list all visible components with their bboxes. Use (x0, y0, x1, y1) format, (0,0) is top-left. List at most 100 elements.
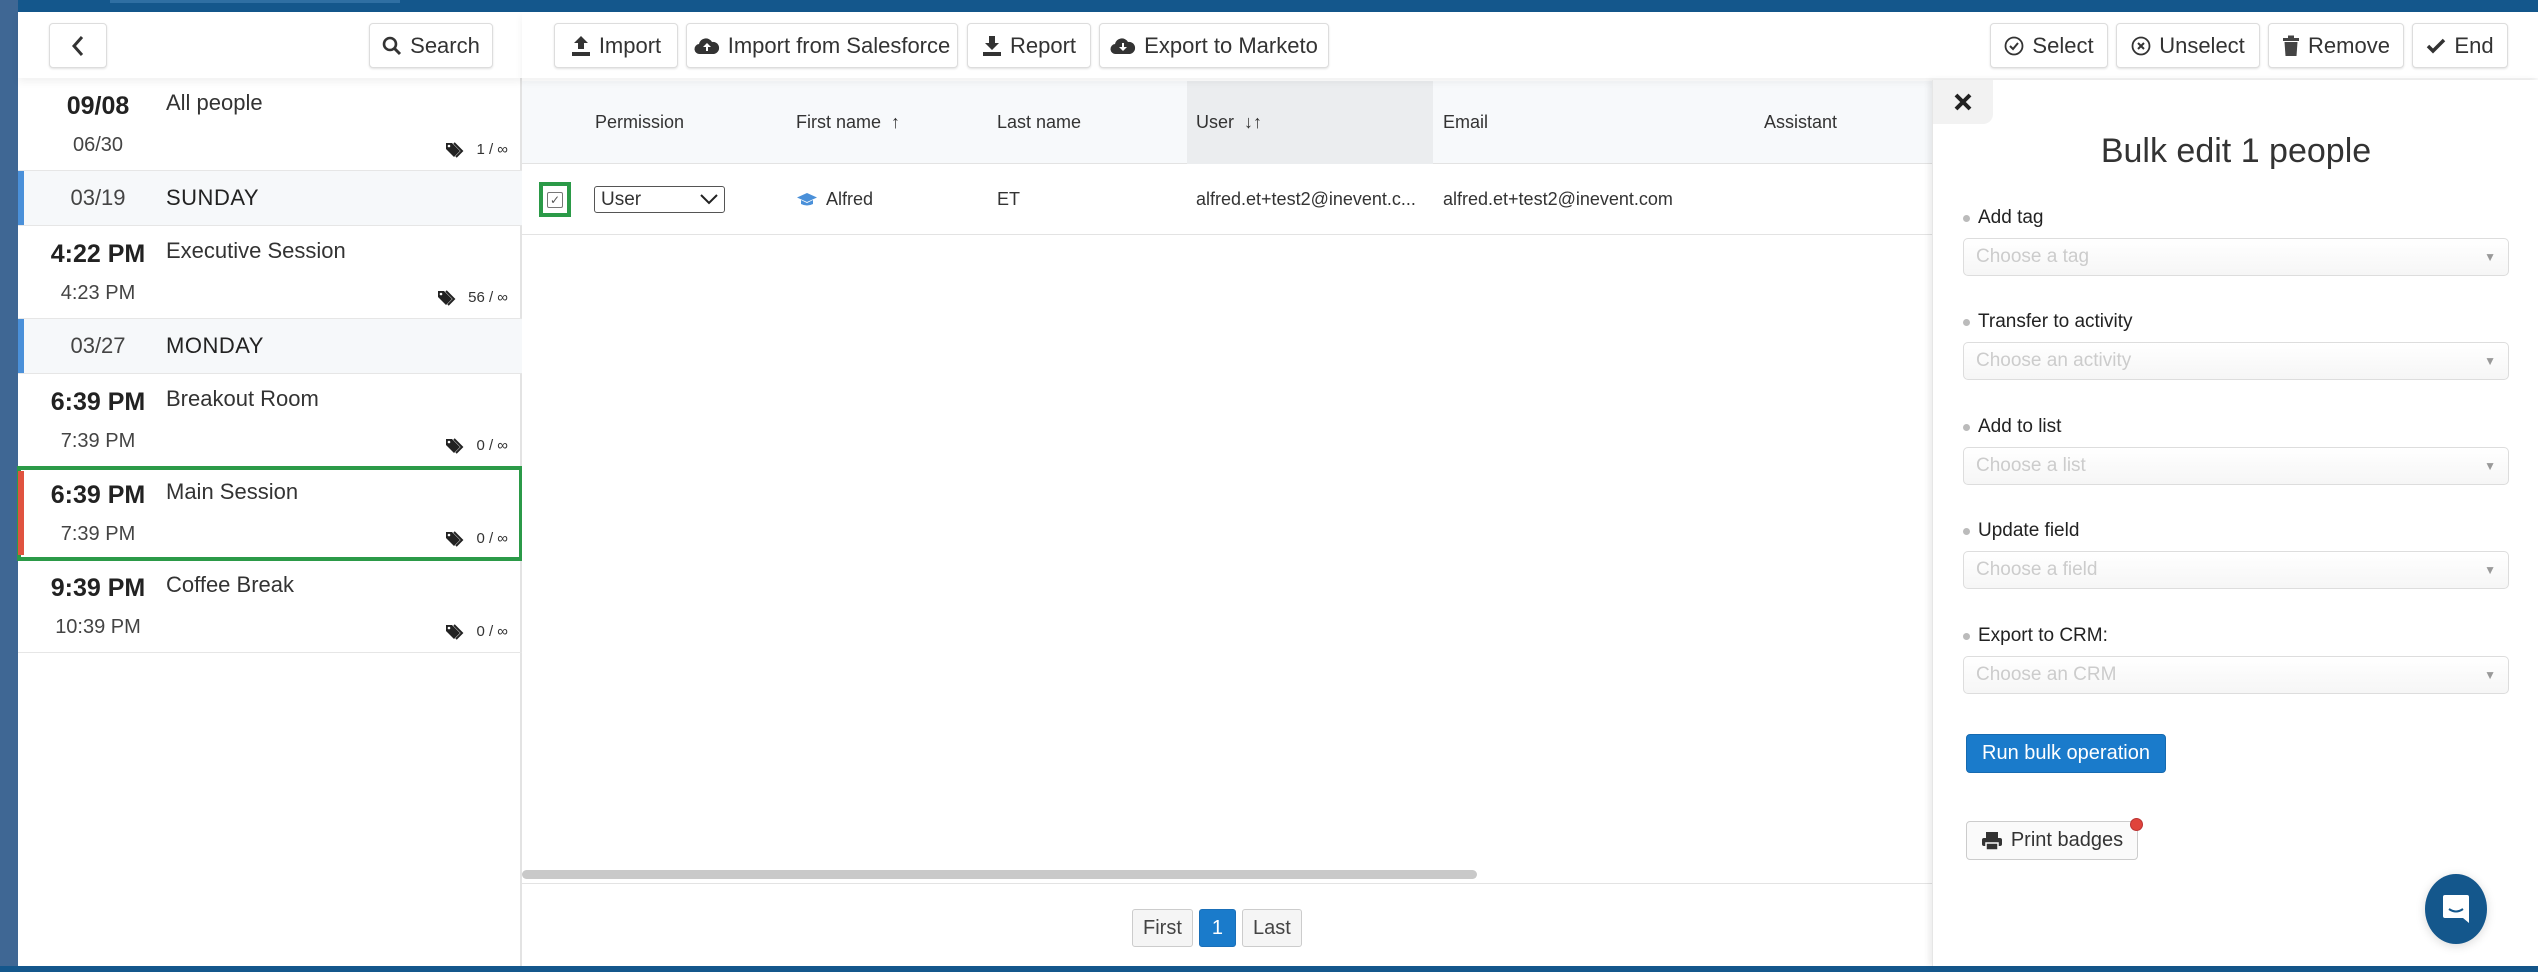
day-header-monday: 03/27 MONDAY (18, 319, 522, 374)
page-last-button[interactable]: Last (1242, 909, 1302, 947)
transfer-activity-select[interactable]: Choose an activity ▼ (1963, 342, 2509, 380)
activity-item-executive-session[interactable]: 4:22 PM Executive Session 4:23 PM 56 / ∞ (18, 226, 522, 319)
export-marketo-label: Export to Marketo (1144, 32, 1318, 58)
activity-count: 0 / ∞ (446, 437, 508, 454)
table-header: Permission First name ↑ Last name User ↓… (522, 81, 1932, 164)
page-first-button[interactable]: First (1132, 909, 1193, 947)
column-header-permission[interactable]: Permission (595, 81, 684, 164)
column-label: Assistant (1764, 112, 1838, 132)
transfer-activity-field: Transfer to activity Choose an activity ▼ (1963, 311, 2509, 380)
bottom-bar (0, 966, 2538, 972)
remove-label: Remove (2308, 32, 2390, 58)
activity-end: 4:23 PM (60, 282, 136, 304)
cell-first-name: Alfred (796, 164, 873, 235)
day-label: MONDAY (166, 333, 264, 358)
update-field-field: Update field Choose a field ▼ (1963, 520, 2509, 589)
add-to-list-select[interactable]: Choose a list ▼ (1963, 447, 2509, 485)
export-crm-select[interactable]: Choose an CRM ▼ (1963, 656, 2509, 694)
count-text: 0 / ∞ (476, 623, 508, 640)
select-placeholder: Choose a list (1976, 455, 2086, 476)
bulk-edit-panel: Bulk edit 1 people Add tag Choose a tag ▼… (1932, 80, 2538, 966)
caret-down-icon: ▼ (2484, 459, 2496, 473)
column-header-first-name[interactable]: First name ↑ (796, 81, 900, 164)
column-label: User (1196, 112, 1235, 132)
horizontal-scrollbar[interactable] (522, 870, 1477, 879)
cell-user: alfred.et+test2@inevent.c... (1196, 189, 1416, 209)
print-badges-label: Print badges (2010, 829, 2124, 851)
import-label: Import (598, 32, 662, 58)
table-row[interactable]: ✓ User Alfred ET alfred.et+test2@inevent… (522, 164, 1932, 235)
first-name-value: Alfred (826, 189, 874, 209)
export-marketo-button[interactable]: Export to Marketo (1099, 23, 1329, 68)
day-indicator (18, 171, 24, 225)
select-button[interactable]: Select (1990, 23, 2108, 68)
remove-button[interactable]: Remove (2268, 23, 2404, 68)
import-salesforce-button[interactable]: Import from Salesforce (686, 23, 958, 68)
activity-item-coffee-break[interactable]: 9:39 PM Coffee Break 10:39 PM 0 / ∞ (18, 560, 522, 653)
field-label: Add to list (1978, 416, 2062, 437)
activity-end: 06/30 (72, 134, 124, 156)
print-badges-button[interactable]: Print badges (1966, 818, 2143, 860)
tags-icon (446, 437, 464, 454)
activity-start: 6:39 PM (50, 481, 146, 509)
search-button[interactable]: Search (369, 23, 493, 68)
update-field-select[interactable]: Choose a field ▼ (1963, 551, 2509, 589)
count-text: 56 / ∞ (468, 289, 508, 306)
import-button[interactable]: Import (554, 23, 678, 68)
cloud-download-icon (1110, 36, 1136, 56)
activity-end: 10:39 PM (55, 616, 141, 638)
chevron-down-icon (700, 194, 718, 205)
bullet-icon (1963, 423, 1970, 431)
left-nav-strip (0, 0, 18, 972)
activity-item-breakout-room[interactable]: 6:39 PM Breakout Room 7:39 PM 0 / ∞ (18, 374, 522, 467)
bullet-icon (1963, 214, 1970, 222)
back-button[interactable] (49, 23, 107, 68)
people-table-area: Permission First name ↑ Last name User ↓… (522, 78, 1932, 966)
caret-down-icon: ▼ (2484, 563, 2496, 577)
column-header-assistant[interactable]: Assistant (1764, 81, 1837, 164)
run-bulk-operation-button[interactable]: Run bulk operation (1966, 734, 2166, 773)
upload-icon (571, 35, 591, 57)
activity-title: Main Session (166, 479, 299, 504)
activity-title: Breakout Room (166, 386, 319, 411)
activity-count: 0 / ∞ (446, 623, 508, 640)
close-panel-button[interactable] (1933, 80, 1993, 124)
cell-last-name: ET (997, 189, 1021, 209)
field-label: Export to CRM: (1978, 625, 2108, 646)
chevron-left-icon (71, 35, 84, 56)
permission-select[interactable]: User (594, 186, 725, 213)
add-tag-select[interactable]: Choose a tag ▼ (1963, 238, 2509, 276)
tags-icon (446, 530, 464, 547)
column-label: Email (1443, 112, 1489, 132)
check-circle-icon (2004, 36, 2024, 56)
activity-sidebar: Search 09/08 All people 06/30 1 / ∞ 03/1… (17, 12, 523, 966)
caret-down-icon: ▼ (2484, 354, 2496, 368)
unselect-label: Unselect (2159, 32, 2245, 58)
report-button[interactable]: Report (967, 23, 1091, 68)
activity-list: 09/08 All people 06/30 1 / ∞ 03/19 SUNDA… (17, 78, 523, 653)
tab-indicator (110, 0, 400, 3)
column-header-user[interactable]: User ↓↑ (1187, 81, 1433, 164)
chat-launcher-button[interactable] (2425, 874, 2487, 944)
search-label: Search (410, 32, 480, 58)
caret-down-icon: ▼ (2484, 668, 2496, 682)
activity-item-all-people[interactable]: 09/08 All people 06/30 1 / ∞ (18, 78, 522, 171)
bullet-icon (1963, 632, 1970, 640)
column-header-last-name[interactable]: Last name (997, 81, 1081, 164)
row-checkbox[interactable]: ✓ (539, 182, 571, 217)
end-button[interactable]: End (2412, 23, 2508, 68)
import-salesforce-label: Import from Salesforce (727, 32, 951, 58)
add-to-list-field: Add to list Choose a list ▼ (1963, 416, 2509, 485)
sort-asc-icon: ↑ (891, 112, 901, 132)
caret-down-icon: ▼ (2484, 250, 2496, 264)
page-current-button[interactable]: 1 (1198, 909, 1237, 947)
unselect-button[interactable]: Unselect (2116, 23, 2260, 68)
count-text: 0 / ∞ (476, 530, 508, 547)
download-icon (982, 35, 1002, 57)
bullet-icon (1963, 318, 1970, 326)
day-date: 03/19 (70, 185, 126, 210)
x-circle-icon (2131, 36, 2151, 56)
activity-start: 6:39 PM (50, 388, 146, 416)
column-header-email[interactable]: Email (1443, 81, 1488, 164)
activity-item-main-session[interactable]: 6:39 PM Main Session 7:39 PM 0 / ∞ (17, 466, 523, 561)
